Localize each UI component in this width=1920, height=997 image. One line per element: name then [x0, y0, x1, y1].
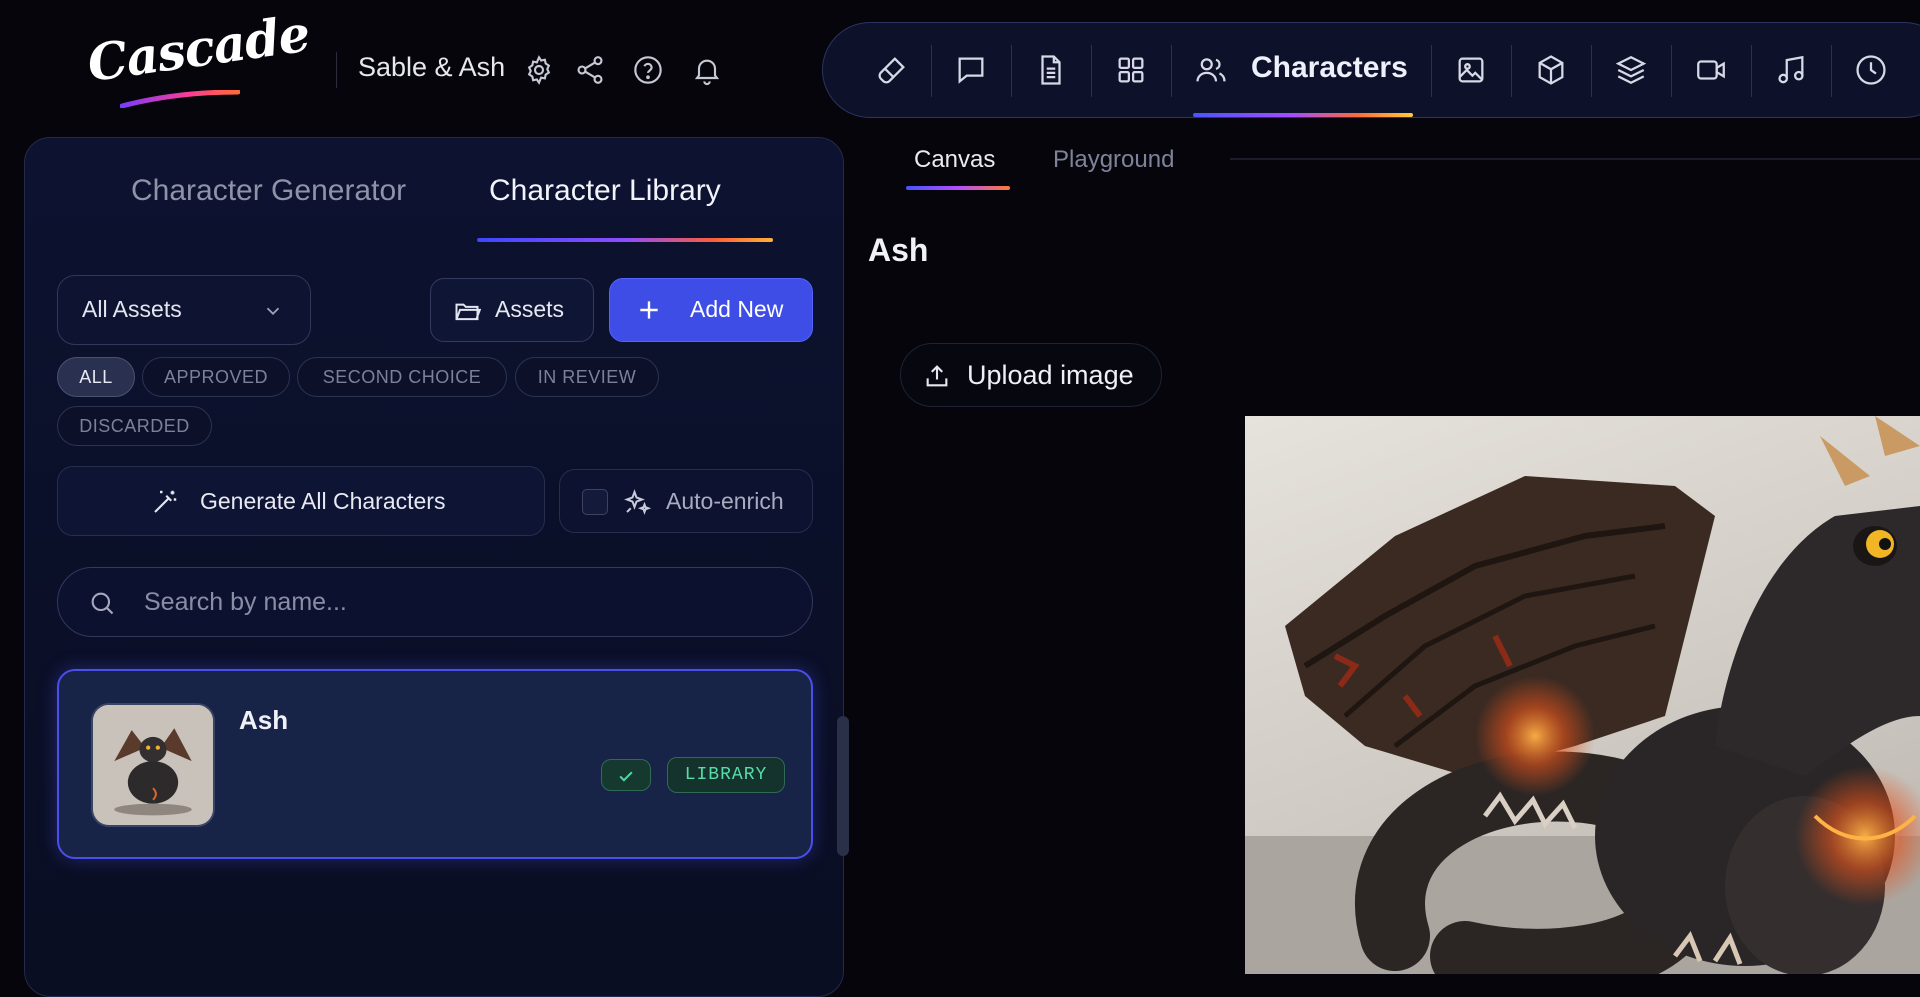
nav-active-label[interactable]: Characters: [1251, 51, 1408, 85]
nav-divider: [1831, 45, 1832, 97]
search-input[interactable]: [142, 568, 782, 636]
folder-icon: [453, 297, 481, 325]
help-icon[interactable]: [632, 54, 664, 86]
cube-icon[interactable]: [1534, 53, 1568, 87]
nav-divider: [1591, 45, 1592, 97]
sparkles-icon: [622, 487, 652, 517]
music-icon[interactable]: [1774, 53, 1808, 87]
nav-divider: [1171, 45, 1172, 97]
auto-enrich-toggle[interactable]: Auto-enrich: [559, 469, 813, 533]
chip-in-review[interactable]: IN REVIEW: [515, 357, 659, 397]
generate-all-label: Generate All Characters: [200, 488, 446, 514]
generate-all-button[interactable]: Generate All Characters: [57, 466, 545, 536]
chip-discarded[interactable]: DISCARDED: [57, 406, 212, 446]
character-thumbnail: [91, 703, 215, 827]
logo-text: Cascade: [83, 3, 313, 94]
bell-icon[interactable]: [691, 54, 723, 86]
subtab-divider: [1230, 158, 1920, 160]
chip-approved[interactable]: APPROVED: [142, 357, 290, 397]
status-badge: LIBRARY: [667, 757, 785, 793]
asset-filter-select[interactable]: All Assets: [57, 275, 311, 345]
subtab-active-indicator: [906, 186, 1010, 190]
upload-icon: [923, 362, 951, 390]
search-bar[interactable]: [57, 567, 813, 637]
add-new-button-label: Add New: [690, 296, 784, 322]
auto-enrich-label: Auto-enrich: [666, 488, 784, 514]
search-icon: [88, 589, 116, 617]
nav-divider: [1751, 45, 1752, 97]
tab-character-generator[interactable]: Character Generator: [131, 174, 406, 208]
approved-badge: [601, 759, 651, 791]
subtab-playground[interactable]: Playground: [1053, 146, 1174, 174]
panel-scrollbar[interactable]: [837, 716, 849, 856]
character-card[interactable]: Ash LIBRARY: [57, 669, 813, 859]
upload-image-label: Upload image: [967, 360, 1134, 390]
character-name: Ash: [239, 705, 289, 735]
page-title: Ash: [868, 232, 929, 268]
nav-divider: [1511, 45, 1512, 97]
grid-icon[interactable]: [1114, 53, 1148, 87]
header-divider: [336, 52, 337, 88]
brush-icon[interactable]: [875, 53, 909, 87]
check-icon: [616, 766, 636, 786]
tab-character-library[interactable]: Character Library: [489, 174, 721, 208]
assets-button-label: Assets: [495, 296, 565, 322]
assets-button[interactable]: Assets: [430, 278, 594, 342]
chat-icon[interactable]: [954, 53, 988, 87]
add-new-button[interactable]: Add New: [609, 278, 813, 342]
nav-divider: [1431, 45, 1432, 97]
users-icon[interactable]: [1194, 53, 1228, 87]
top-nav: Characters: [822, 22, 1920, 118]
project-name[interactable]: Sable & Ash: [358, 52, 505, 83]
video-icon[interactable]: [1694, 53, 1728, 87]
asset-filter-value: All Assets: [82, 296, 182, 322]
character-image-preview: [1245, 416, 1920, 974]
share-icon[interactable]: [574, 54, 606, 86]
nav-divider: [1091, 45, 1092, 97]
cascade-logo[interactable]: Cascade: [84, 4, 313, 108]
image-icon[interactable]: [1454, 53, 1488, 87]
document-icon[interactable]: [1034, 53, 1068, 87]
layers-icon[interactable]: [1614, 53, 1648, 87]
nav-divider: [1671, 45, 1672, 97]
nav-divider: [1011, 45, 1012, 97]
chip-second-choice[interactable]: SECOND CHOICE: [297, 357, 507, 397]
chip-all[interactable]: ALL: [57, 357, 135, 397]
nav-active-indicator: [1193, 113, 1413, 117]
logo-swoosh-icon: [120, 90, 240, 108]
subtab-canvas[interactable]: Canvas: [914, 146, 995, 174]
upload-image-button[interactable]: Upload image: [900, 343, 1162, 407]
nav-divider: [931, 45, 932, 97]
plus-icon: [636, 297, 662, 323]
clock-icon[interactable]: [1854, 53, 1888, 87]
chevron-down-icon: [262, 300, 284, 322]
magic-wand-icon: [150, 487, 180, 517]
active-tab-indicator: [477, 238, 773, 242]
auto-enrich-checkbox[interactable]: [582, 489, 608, 515]
character-panel: Character Generator Character Library Al…: [24, 137, 844, 997]
gear-icon[interactable]: [523, 54, 555, 86]
